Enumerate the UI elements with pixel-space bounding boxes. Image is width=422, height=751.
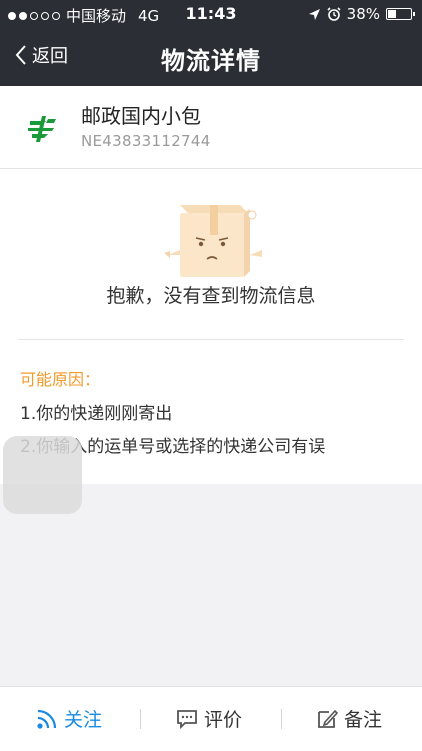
alarm-icon <box>327 7 341 21</box>
empty-message: 抱歉，没有查到物流信息 <box>106 285 316 307</box>
status-bar: 中国移动 4G 11:43 38% <box>0 0 422 28</box>
tracking-number: NE43833112744 <box>81 132 211 150</box>
edit-icon <box>318 709 338 728</box>
note-button[interactable]: 备注 <box>316 705 382 732</box>
follow-button[interactable]: 关注 <box>36 705 102 732</box>
page-title: 物流详情 <box>161 47 261 75</box>
review-button[interactable]: 评价 <box>176 705 242 732</box>
note-label: 备注 <box>344 709 383 731</box>
battery-icon <box>386 8 415 20</box>
review-label: 评价 <box>204 709 243 731</box>
navigation-bar: 返回 物流详情 <box>0 28 422 86</box>
assistive-touch-button[interactable] <box>3 436 82 514</box>
divider <box>140 709 141 729</box>
status-right: 38% <box>308 5 415 23</box>
reasons-title: 可能原因： <box>20 370 101 389</box>
sad-box-icon <box>164 205 262 277</box>
location-icon <box>308 8 320 20</box>
divider <box>281 709 282 729</box>
china-post-logo <box>28 116 56 142</box>
divider <box>18 339 404 340</box>
follow-label: 关注 <box>64 709 103 731</box>
battery-percent: 38% <box>346 5 380 23</box>
comment-icon <box>177 709 197 729</box>
package-name: 邮政国内小包 <box>81 104 201 128</box>
rss-icon <box>37 709 57 729</box>
top-bar: 中国移动 4G 11:43 38% 返回 物流详情 <box>0 0 422 86</box>
package-header: 邮政国内小包 NE43833112744 <box>0 86 422 169</box>
bottom-action-bar: 关注 评价 备注 <box>0 686 422 751</box>
reason-item: 1.你的快递刚刚寄出 <box>20 404 173 424</box>
